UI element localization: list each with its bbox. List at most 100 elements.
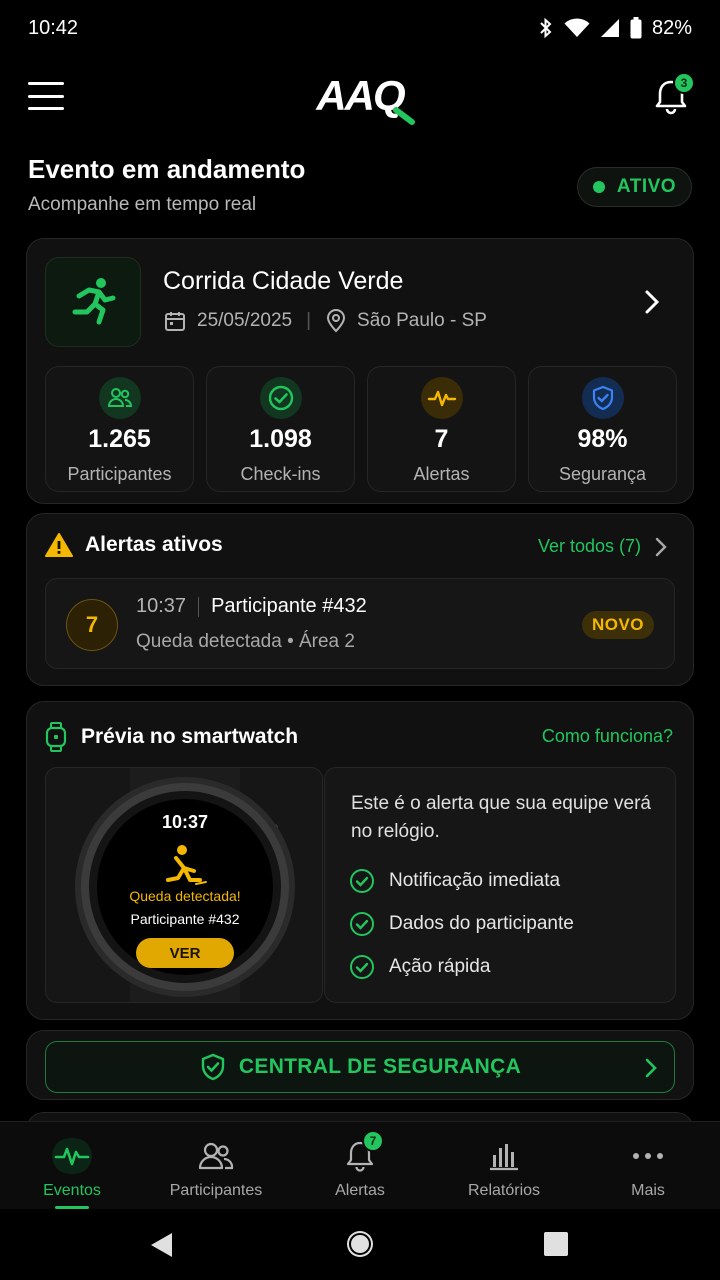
bluetooth-icon — [540, 17, 552, 39]
watch-view-button: VER — [136, 938, 234, 968]
check-circle-icon — [350, 955, 374, 979]
status-bar: 10:42 82% — [0, 0, 720, 56]
chevron-right-icon — [655, 537, 667, 556]
alert-divider — [198, 596, 200, 617]
watch-preview: 10:37 Queda detectada! Participante #432… — [45, 767, 323, 1003]
menu-icon-line — [28, 107, 64, 110]
stat-label: Alertas — [413, 464, 470, 484]
stat-safety[interactable]: 98% Segurança — [528, 366, 677, 492]
nav-label: Relatórios — [467, 1182, 541, 1199]
stat-checkins[interactable]: 1.098 Check-ins — [206, 366, 355, 492]
location-pin-icon — [327, 309, 346, 333]
status-badge: ATIVO — [577, 167, 692, 207]
event-icon-box — [45, 257, 141, 347]
event-stats: 1.265 Participantes 1.098 Check-ins 7 Al… — [45, 366, 677, 492]
stat-value: 7 — [434, 425, 449, 453]
stat-value: 1.265 — [88, 425, 151, 453]
nav-item-participants[interactable]: Participantes — [144, 1122, 288, 1209]
chevron-right-icon[interactable] — [639, 287, 663, 317]
page-title: Evento em andamento — [28, 154, 306, 184]
stat-participants[interactable]: 1.265 Participantes — [45, 366, 194, 492]
status-label: ATIVO — [616, 176, 677, 197]
more-icon — [628, 1138, 668, 1174]
feature-item: Ação rápida — [349, 954, 490, 980]
alerts-title: Alertas ativos — [85, 533, 223, 556]
nav-label: Eventos — [43, 1182, 101, 1199]
nav-item-alerts[interactable]: 7 Alertas — [288, 1122, 432, 1209]
bar-chart-icon — [484, 1138, 524, 1174]
stat-value: 1.098 — [249, 425, 312, 453]
security-card: CENTRAL DE SEGURANÇA — [26, 1030, 694, 1100]
menu-button[interactable] — [28, 80, 64, 112]
alert-participant: Participante #432 — [211, 595, 367, 617]
feature-item: Notificação imediata — [349, 868, 560, 894]
system-navigation — [0, 1209, 720, 1280]
watch-participant: Participante #432 — [130, 911, 240, 927]
bottom-navigation: Eventos Participantes 7 Alertas Relatóri… — [0, 1121, 720, 1209]
security-center-label: CENTRAL DE SEGURANÇA — [238, 1055, 522, 1078]
check-circle-icon — [350, 912, 374, 936]
smartwatch-title: Prévia no smartwatch — [81, 725, 299, 748]
menu-icon-line — [28, 94, 64, 98]
event-card[interactable]: Corrida Cidade Verde 25/05/2025 | São Pa… — [26, 238, 694, 504]
status-time: 10:42 — [28, 16, 79, 39]
alerts-nav-badge: 7 — [362, 1130, 384, 1152]
battery-icon — [630, 17, 642, 39]
nav-label: Alertas — [335, 1182, 385, 1199]
page-subtitle: Acompanhe em tempo real — [28, 194, 257, 215]
people-icon — [98, 377, 141, 419]
recents-icon[interactable] — [543, 1231, 569, 1257]
see-all-label: Ver todos (7) — [537, 536, 641, 556]
menu-icon-line — [28, 82, 64, 85]
chevron-right-icon — [645, 1058, 657, 1078]
stat-label: Segurança — [558, 464, 647, 484]
battery-percent: 82% — [651, 16, 692, 39]
alert-number: 7 — [66, 599, 118, 651]
event-name: Corrida Cidade Verde — [163, 267, 404, 295]
check-circle-icon — [350, 869, 374, 893]
status-icons: 82% — [538, 17, 692, 40]
feature-label: Notificação imediata — [389, 870, 561, 891]
feature-label: Ação rápida — [389, 956, 491, 977]
nav-item-reports[interactable]: Relatórios — [432, 1122, 576, 1209]
pulse-icon — [52, 1138, 92, 1174]
smartwatch-icon — [45, 722, 67, 752]
alerts-card: Alertas ativos Ver todos (7) 7 10:37 Par… — [26, 513, 694, 686]
stat-value: 98% — [577, 425, 628, 453]
stat-alerts[interactable]: 7 Alertas — [367, 366, 516, 492]
how-it-works-link[interactable]: Como funciona? — [542, 726, 673, 747]
alert-description: Queda detectada • Área 2 — [136, 631, 355, 652]
alerts-header: Alertas ativos — [45, 532, 223, 558]
security-center-button[interactable]: CENTRAL DE SEGURANÇA — [45, 1041, 675, 1093]
back-icon[interactable] — [148, 1231, 174, 1259]
running-icon — [72, 278, 116, 325]
alert-time: 10:37 — [136, 595, 187, 617]
calendar-icon — [165, 312, 185, 331]
feature-item: Dados do participante — [349, 911, 574, 937]
nav-label: Participantes — [169, 1182, 263, 1199]
event-date: 25/05/2025 — [197, 310, 293, 331]
watch-alert-text: Queda detectada! — [129, 888, 241, 904]
new-badge: NOVO — [582, 611, 654, 639]
signal-icon — [600, 19, 619, 37]
bell-icon: 7 — [340, 1130, 384, 1174]
see-all-link[interactable]: Ver todos (7) — [538, 536, 667, 557]
shield-check-icon — [201, 1053, 225, 1081]
meta-separator: | — [306, 310, 312, 331]
watch-time: 10:37 — [161, 812, 209, 832]
shield-check-icon — [581, 377, 624, 419]
smartwatch-info: Este é o alerta que sua equipe verá no r… — [324, 767, 676, 1003]
wifi-icon — [564, 18, 590, 37]
smartwatch-card: Prévia no smartwatch Como funciona? 10:3… — [26, 701, 694, 1020]
smartwatch-header: Prévia no smartwatch — [45, 722, 298, 752]
nav-item-events[interactable]: Eventos — [0, 1122, 144, 1209]
status-dot — [592, 181, 605, 193]
aaq-logo: AAQ — [315, 72, 415, 125]
pulse-icon — [420, 377, 463, 419]
alert-list-item[interactable]: 7 10:37 Participante #432 Queda detectad… — [45, 578, 675, 669]
svg-text:AAQ: AAQ — [315, 72, 405, 120]
home-icon[interactable] — [345, 1229, 375, 1259]
feature-label: Dados do participante — [389, 913, 574, 934]
notification-badge: 3 — [673, 72, 695, 94]
nav-item-more[interactable]: Mais — [576, 1122, 720, 1209]
